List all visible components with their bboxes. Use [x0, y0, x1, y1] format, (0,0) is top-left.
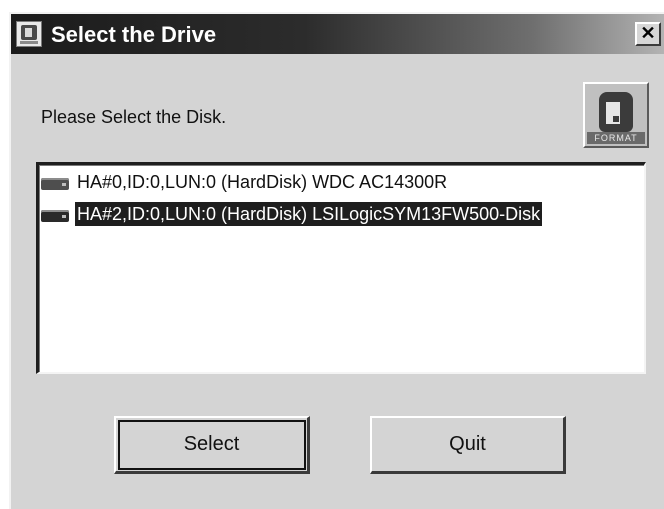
hard-disk-icon [41, 210, 69, 222]
window-title: Select the Drive [51, 22, 217, 47]
select-button[interactable]: Select [114, 416, 310, 474]
close-icon: ✕ [640, 23, 656, 43]
format-disk-icon: FORMAT [583, 82, 649, 148]
disk-list-item-label: HA#0,ID:0,LUN:0 (HardDisk) WDC AC14300R [77, 172, 448, 192]
format-logo-text: FORMAT [587, 132, 645, 144]
hard-disk-icon [41, 178, 69, 190]
quit-button[interactable]: Quit [370, 416, 566, 474]
close-button[interactable]: ✕ [635, 22, 661, 46]
disk-list-item[interactable]: HA#0,ID:0,LUN:0 (HardDisk) WDC AC14300R [39, 167, 644, 197]
disk-list-item-selected[interactable]: HA#2,ID:0,LUN:0 (HardDisk) LSILogicSYM13… [39, 199, 644, 229]
prompt-label: Please Select the Disk. [41, 107, 227, 127]
disk-list[interactable]: HA#0,ID:0,LUN:0 (HardDisk) WDC AC14300R … [36, 162, 646, 374]
title-bar[interactable]: Select the Drive ✕ [11, 14, 664, 54]
select-drive-dialog: Select the Drive ✕ Please Select the Dis… [9, 12, 664, 509]
app-icon [16, 21, 42, 47]
disk-list-item-label: HA#2,ID:0,LUN:0 (HardDisk) LSILogicSYM13… [75, 202, 543, 226]
